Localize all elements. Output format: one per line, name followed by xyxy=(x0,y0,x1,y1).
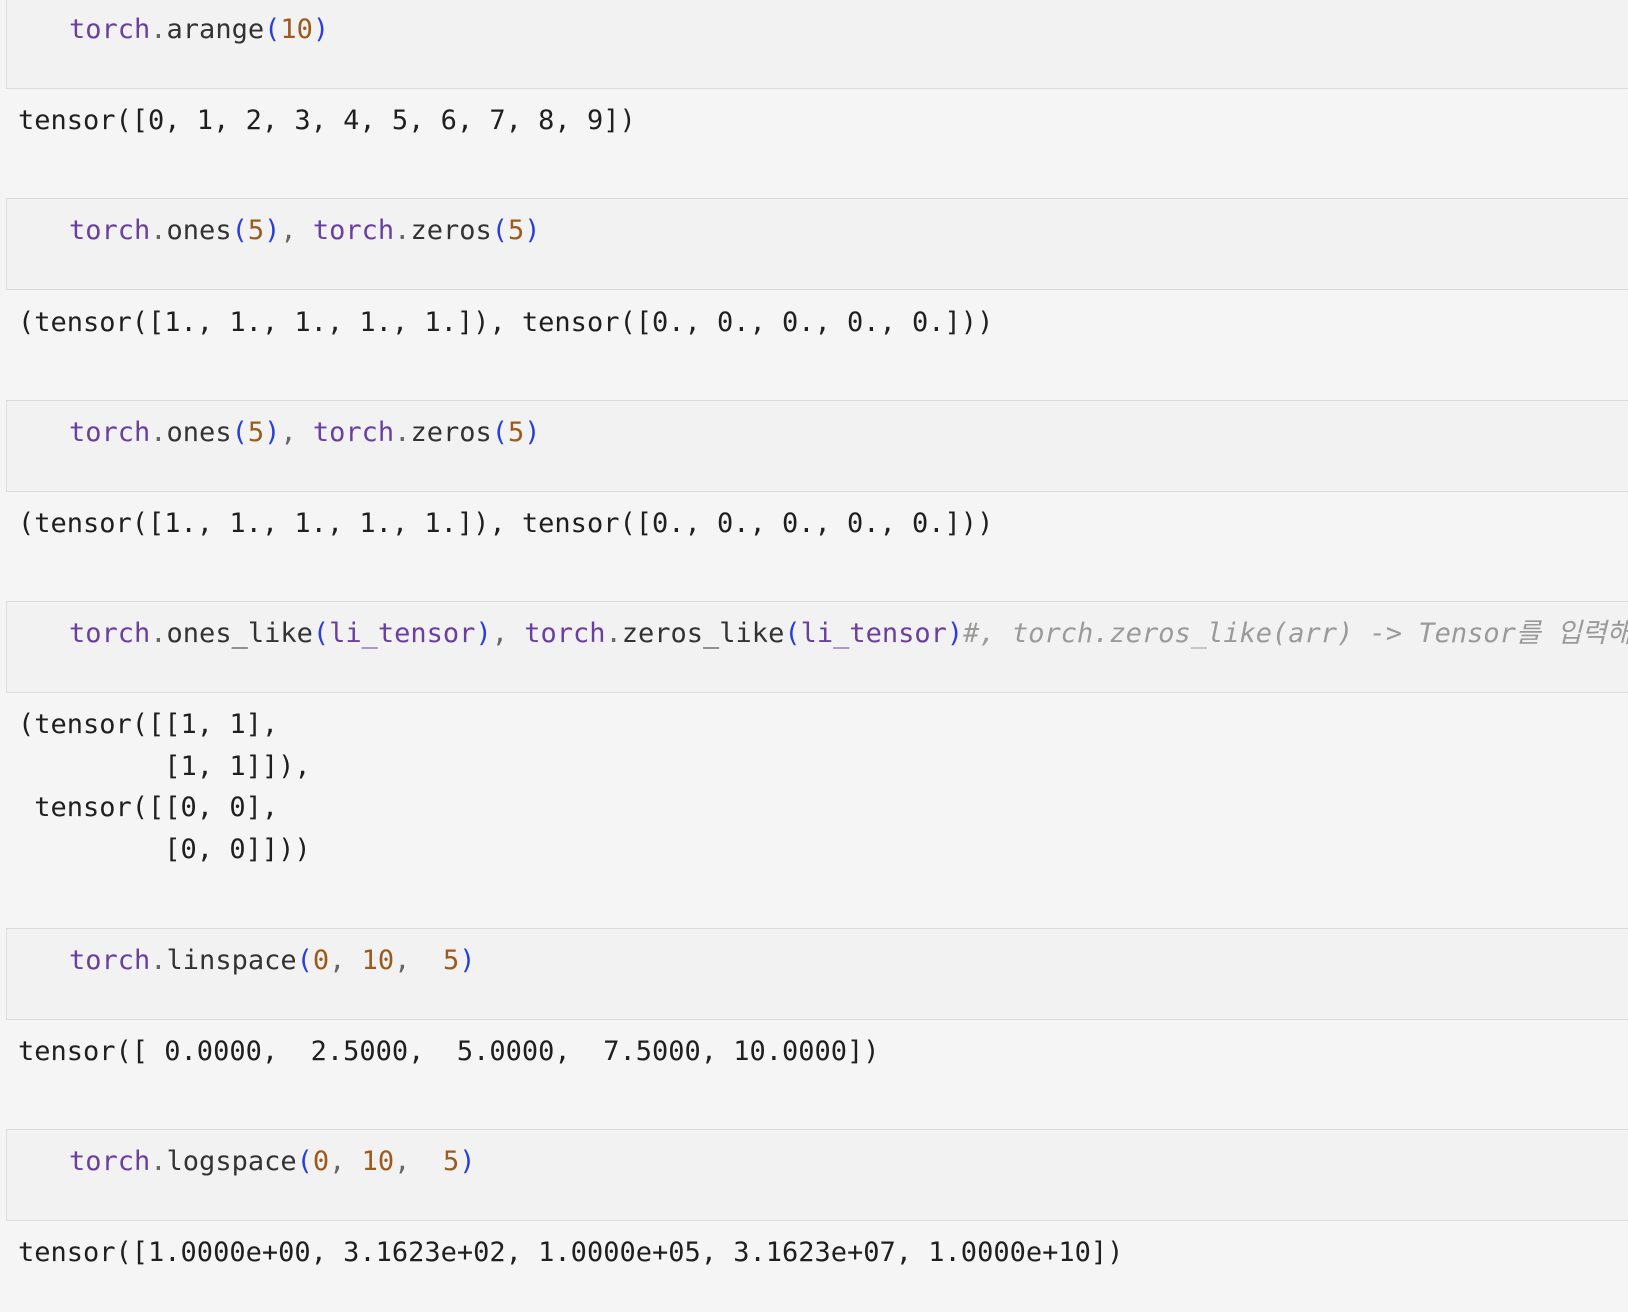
cell-output: tensor([0, 1, 2, 3, 4, 5, 6, 7, 8, 9]) xyxy=(18,105,636,136)
code-token: . xyxy=(150,945,167,976)
code-token: torch xyxy=(312,215,395,246)
code-token: . xyxy=(150,1146,167,1177)
code-token: , xyxy=(280,417,313,448)
code-token: zeros xyxy=(410,215,492,246)
code-line: torch.linspace(0, 10, 5) xyxy=(69,945,475,977)
code-token: ( xyxy=(491,417,508,448)
code-token: ( xyxy=(491,215,508,246)
code-token: . xyxy=(394,215,411,246)
code-token: #, torch.zeros_like(arr) -> Tensor를 입력해야… xyxy=(963,618,1628,649)
code-token: ) xyxy=(459,945,476,976)
code-token: 5 xyxy=(442,1146,460,1177)
code-input-cell[interactable]: torch.logspace(0, 10, 5) xyxy=(6,1129,1628,1221)
code-token: , xyxy=(280,215,313,246)
code-token: ) xyxy=(264,215,281,246)
code-token: 10 xyxy=(361,1146,395,1177)
code-token: 10 xyxy=(361,945,395,976)
code-token: ) xyxy=(946,618,964,649)
code-token: . xyxy=(150,417,167,448)
cell-output: tensor([ 0.0000, 2.5000, 5.0000, 7.5000,… xyxy=(18,1036,880,1067)
code-token: ) xyxy=(475,618,492,649)
code-token: ) xyxy=(459,1146,476,1177)
code-input-cell[interactable]: torch.ones(5), torch.zeros(5) xyxy=(6,400,1628,492)
code-token: torch xyxy=(312,417,395,448)
code-input-cell[interactable]: torch.linspace(0, 10, 5) xyxy=(6,928,1628,1020)
code-token: 10 xyxy=(280,14,313,45)
code-token: , xyxy=(394,1146,443,1177)
code-token: torch xyxy=(524,618,606,649)
code-token: . xyxy=(150,215,167,246)
code-token: torch xyxy=(69,417,151,448)
code-token: , xyxy=(394,945,443,976)
code-token: 5 xyxy=(507,215,525,246)
code-token: torch xyxy=(69,618,151,649)
code-token: ( xyxy=(231,215,248,246)
code-input-cell[interactable]: torch.ones(5), torch.zeros(5) xyxy=(6,198,1628,290)
code-token: 5 xyxy=(442,945,460,976)
code-token: torch xyxy=(69,1146,151,1177)
code-token: ) xyxy=(312,14,330,45)
code-input-cell[interactable]: torch.ones_like(li_tensor), torch.zeros_… xyxy=(6,601,1628,693)
code-token: 0 xyxy=(312,1146,330,1177)
code-line: torch.arange(10) xyxy=(69,14,329,46)
cell-output: (tensor([1., 1., 1., 1., 1.]), tensor([0… xyxy=(18,307,994,338)
code-token: ( xyxy=(296,945,313,976)
code-input-cell[interactable]: torch.arange(10) xyxy=(6,0,1628,89)
code-token: torch xyxy=(69,215,151,246)
code-token: ones xyxy=(166,417,232,448)
code-token: logspace xyxy=(166,1146,297,1177)
code-token: . xyxy=(394,417,411,448)
code-token: ( xyxy=(264,14,281,45)
code-token: ) xyxy=(264,417,281,448)
code-token: . xyxy=(605,618,622,649)
code-token: 5 xyxy=(247,215,265,246)
code-token: torch xyxy=(69,14,151,45)
code-token: li_tensor xyxy=(329,618,476,649)
code-token: torch xyxy=(69,945,151,976)
code-token: li_tensor xyxy=(800,618,947,649)
code-token: ( xyxy=(296,1146,313,1177)
code-token: , xyxy=(329,1146,362,1177)
code-token: ( xyxy=(312,618,330,649)
code-token: ) xyxy=(524,215,541,246)
code-token: ones xyxy=(166,215,232,246)
code-token: , xyxy=(329,945,362,976)
code-line: torch.ones(5), torch.zeros(5) xyxy=(69,215,541,247)
code-token: arange xyxy=(166,14,265,45)
cell-output: tensor([1.0000e+00, 3.1623e+02, 1.0000e+… xyxy=(18,1237,1124,1268)
code-line: torch.ones_like(li_tensor), torch.zeros_… xyxy=(69,618,1628,650)
cell-output: (tensor([1., 1., 1., 1., 1.]), tensor([0… xyxy=(18,508,994,539)
code-token: 0 xyxy=(312,945,330,976)
code-token: . xyxy=(150,618,167,649)
code-token: 5 xyxy=(247,417,265,448)
code-token: ( xyxy=(231,417,248,448)
code-token: . xyxy=(150,14,167,45)
code-token: zeros xyxy=(410,417,492,448)
code-token: ( xyxy=(784,618,801,649)
code-line: torch.logspace(0, 10, 5) xyxy=(69,1146,475,1178)
cell-output: (tensor([[1, 1], [1, 1]]), tensor([[0, 0… xyxy=(18,709,311,865)
code-token: , xyxy=(491,618,525,649)
code-token: linspace xyxy=(166,945,297,976)
code-token: zeros_like xyxy=(621,618,785,649)
code-token: ones_like xyxy=(166,618,313,649)
code-token: 5 xyxy=(507,417,525,448)
code-line: torch.ones(5), torch.zeros(5) xyxy=(69,417,541,449)
code-token: ) xyxy=(524,417,541,448)
